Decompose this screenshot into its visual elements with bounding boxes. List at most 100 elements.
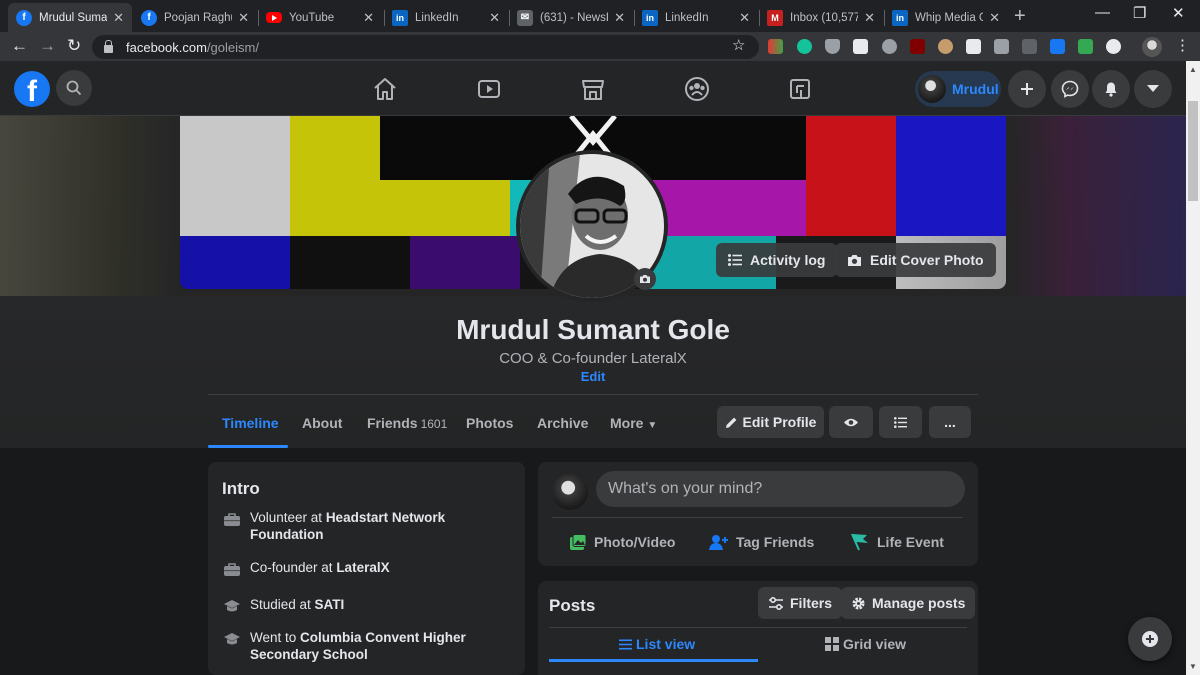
tab-friends[interactable]: Friends 1601 [367, 415, 447, 431]
composer-placeholder: What's on your mind? [608, 480, 763, 497]
tab-timeline[interactable]: Timeline [222, 415, 279, 431]
browser-tab[interactable]: in LinkedIn ✕ [634, 3, 758, 32]
minimize-icon[interactable]: — [1095, 4, 1110, 21]
messenger-button[interactable] [1051, 70, 1089, 108]
edit-bio-link[interactable]: Edit [0, 369, 1186, 384]
close-icon[interactable]: ✕ [113, 10, 124, 26]
browser-tab[interactable]: ✉ (631) - NewsLetter ✕ [509, 3, 633, 32]
tab-list-view[interactable]: List view [619, 636, 695, 652]
whats-on-your-mind-input[interactable]: What's on your mind? [596, 471, 965, 507]
close-icon[interactable]: ✕ [864, 10, 875, 26]
gmail-icon: M [767, 9, 783, 26]
edit-cover-photo-button[interactable]: Edit Cover Photo [835, 243, 996, 277]
facebook-icon[interactable] [1050, 39, 1065, 54]
close-icon[interactable]: ✕ [489, 10, 500, 26]
extension-icon[interactable] [1022, 39, 1037, 54]
life-event-button[interactable]: Life Event [850, 524, 944, 560]
extension-icon[interactable] [966, 39, 981, 54]
nav-home[interactable] [368, 72, 402, 106]
tab-more[interactable]: More ▼ [610, 415, 657, 431]
more-options-button[interactable]: ... [929, 406, 971, 438]
intro-item[interactable]: Co-founder at LateralX [222, 559, 512, 579]
photo-video-button[interactable]: Photo/Video [569, 524, 675, 560]
scroll-thumb[interactable] [1188, 101, 1198, 201]
nav-watch[interactable] [472, 72, 506, 106]
forward-icon[interactable]: → [39, 36, 56, 56]
profile-bio: COO & Co-founder LateralX [499, 350, 687, 367]
browser-tab[interactable]: M Inbox (10,577) ✕ [759, 3, 883, 32]
close-icon[interactable]: ✕ [363, 10, 374, 26]
browser-tab[interactable]: in LinkedIn ✕ [384, 3, 508, 32]
back-icon[interactable]: ← [11, 36, 28, 56]
page-scrollbar[interactable]: ▲ ▼ [1186, 61, 1200, 675]
update-profile-picture-button[interactable] [634, 268, 656, 290]
tab-label: Photos [466, 415, 514, 431]
edit-profile-button[interactable]: Edit Profile [717, 406, 824, 438]
edit-profile-label: Edit Profile [742, 414, 817, 430]
filters-button[interactable]: Filters [758, 587, 843, 619]
intro-item[interactable]: Volunteer at Headstart Network Foundatio… [222, 509, 512, 543]
tab-archive[interactable]: Archive [537, 415, 588, 431]
notifications-button[interactable] [1092, 70, 1130, 108]
scroll-up-icon[interactable]: ▲ [1189, 65, 1197, 74]
close-icon[interactable]: ✕ [238, 10, 249, 26]
create-button[interactable] [1008, 70, 1046, 108]
facebook-logo[interactable]: f [14, 71, 50, 108]
browser-menu-icon[interactable]: ⋮ [1175, 36, 1190, 54]
activity-list-button[interactable] [879, 406, 922, 438]
close-icon[interactable]: ✕ [614, 10, 625, 26]
account-menu-button[interactable] [1134, 70, 1172, 108]
header-profile-name: Mrudul [952, 81, 999, 97]
window-close-icon[interactable]: ✕ [1172, 4, 1185, 22]
list-view-label: List view [636, 636, 696, 652]
tab-photos[interactable]: Photos [466, 415, 513, 431]
tab-about[interactable]: About [302, 415, 342, 431]
bookmark-star-icon[interactable]: ☆ [732, 36, 745, 54]
ublock-icon[interactable] [910, 39, 925, 54]
header-profile-button[interactable]: Mrudul [915, 71, 1001, 107]
tab-grid-view[interactable]: Grid view [825, 636, 906, 652]
shield-icon[interactable] [825, 39, 840, 54]
avatar [918, 75, 946, 103]
browser-tab[interactable]: in Whip Media G ✕ [884, 3, 1008, 32]
nav-gaming[interactable] [783, 72, 817, 106]
new-tab-icon[interactable]: + [1014, 5, 1026, 28]
photo-video-icon [569, 533, 587, 551]
manage-posts-label: Manage posts [872, 595, 966, 611]
restore-icon[interactable]: ❐ [1133, 4, 1146, 22]
address-bar[interactable]: facebook.com/goleism/ [92, 35, 759, 59]
activity-log-button[interactable]: Activity log [716, 243, 838, 277]
scroll-down-icon[interactable]: ▼ [1189, 662, 1197, 671]
extension-icon[interactable] [994, 39, 1009, 54]
reload-icon[interactable]: ↻ [67, 36, 81, 56]
extension-icon[interactable] [1106, 39, 1121, 54]
eye-icon [844, 418, 858, 426]
manage-posts-button[interactable]: Manage posts [841, 587, 976, 619]
browser-tab[interactable]: YouTube ✕ [258, 3, 382, 32]
search-icon [66, 80, 82, 96]
tag-friends-button[interactable]: Tag Friends [709, 524, 814, 560]
intro-item[interactable]: Went to Columbia Convent Higher Secondar… [222, 629, 512, 663]
extension-icon[interactable] [768, 39, 783, 54]
close-icon[interactable]: ✕ [739, 10, 750, 26]
new-message-icon [1142, 631, 1158, 647]
browser-tab[interactable]: f Poojan Raghuvanshi ✕ [133, 3, 257, 32]
browser-profile-avatar[interactable] [1142, 37, 1162, 57]
search-button[interactable] [56, 70, 92, 106]
friends-count: 1601 [420, 417, 448, 431]
list-icon [894, 416, 907, 428]
camera-icon [640, 275, 650, 283]
close-icon[interactable]: ✕ [989, 10, 1000, 26]
divider [549, 627, 967, 628]
extension-icon[interactable] [882, 39, 897, 54]
browser-tab[interactable]: f Mrudul Sumant Gole ✕ [8, 3, 132, 32]
cookie-icon[interactable] [938, 39, 953, 54]
view-as-button[interactable] [829, 406, 873, 438]
nav-groups[interactable] [680, 72, 714, 106]
grammarly-icon[interactable] [797, 39, 812, 54]
extension-icon[interactable] [853, 39, 868, 54]
new-message-button[interactable] [1128, 617, 1172, 661]
extension-icon[interactable] [1078, 39, 1093, 54]
intro-item[interactable]: Studied at SATI [222, 596, 512, 616]
nav-marketplace[interactable] [576, 72, 610, 106]
